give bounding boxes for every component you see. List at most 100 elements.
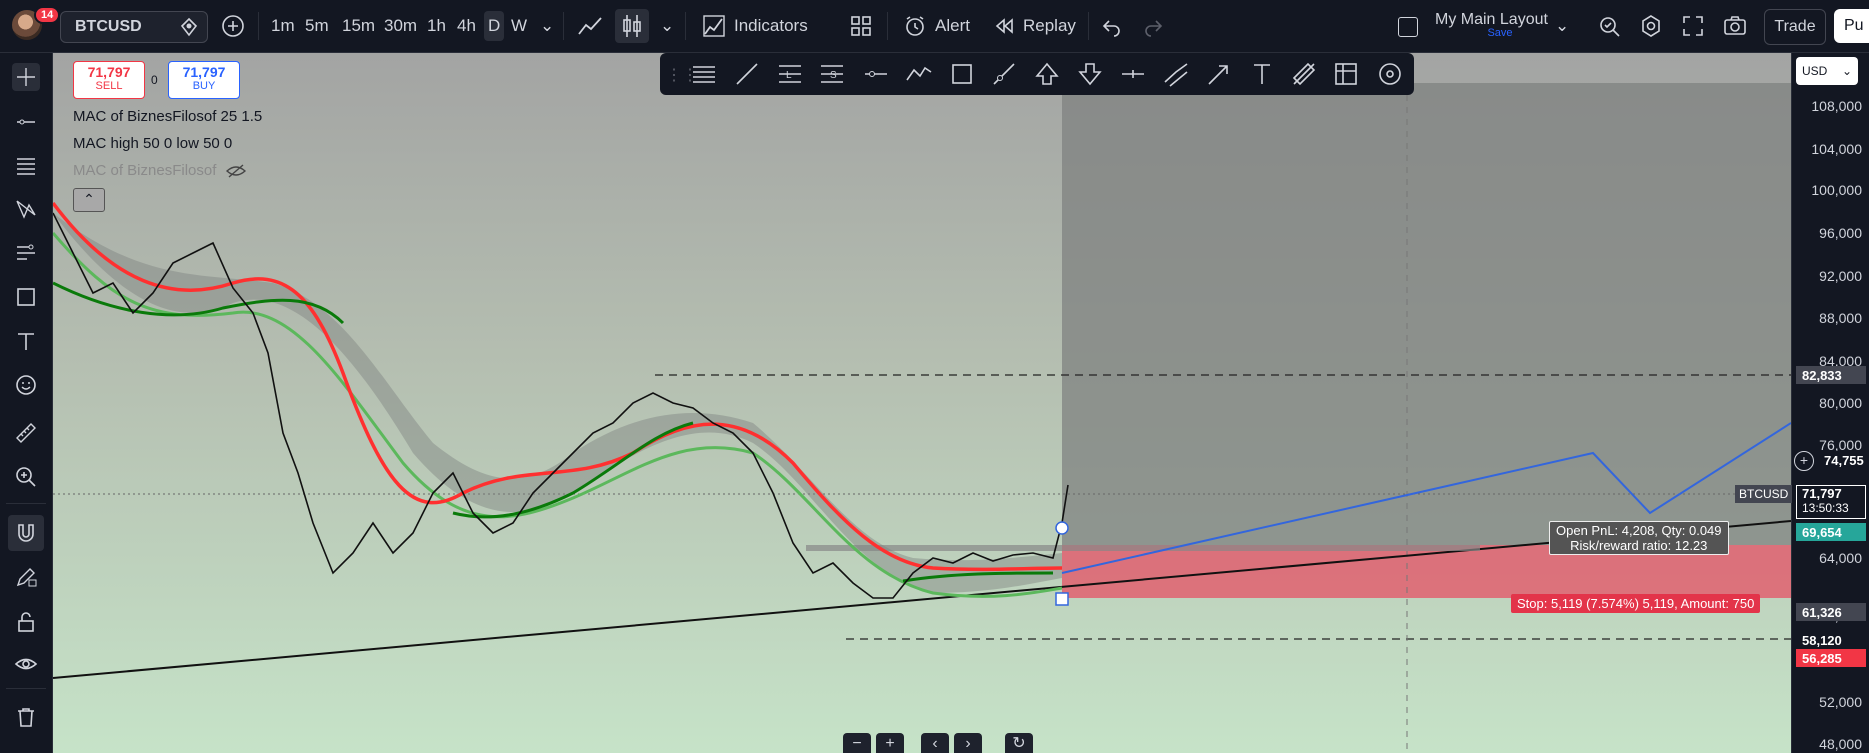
top-toolbar: 14 BTCUSD 1m 5m 15m 30m 1h 4h D W ⌄ ⌄ In… bbox=[0, 0, 1869, 53]
stop-handle[interactable] bbox=[1055, 592, 1069, 606]
replay-button[interactable]: Replay bbox=[993, 0, 1076, 52]
scroll-left-button[interactable]: ‹ bbox=[921, 733, 949, 753]
indicator-legend-3[interactable]: MAC of BiznesFilosof bbox=[73, 162, 247, 179]
magnet-icon[interactable] bbox=[8, 515, 44, 551]
current-price-tag: 71,797 13:50:33 bbox=[1796, 485, 1866, 519]
fullscreen-icon[interactable] bbox=[1680, 13, 1706, 39]
redo-icon[interactable] bbox=[1142, 15, 1164, 37]
timeframe-dropdown-icon[interactable]: ⌄ bbox=[540, 0, 554, 52]
brush-icon[interactable] bbox=[1290, 60, 1318, 88]
divider bbox=[1088, 12, 1089, 40]
timeframe-4h[interactable]: 4h bbox=[457, 0, 476, 52]
chart-type-dropdown-icon[interactable]: ⌄ bbox=[660, 0, 674, 52]
arrow-up-icon[interactable] bbox=[1033, 60, 1061, 88]
timeframe-1m[interactable]: 1m bbox=[271, 0, 295, 52]
timeframe-d[interactable]: D bbox=[484, 11, 505, 41]
chart-canvas[interactable]: 71,797 SELL 0 71,797 BUY MAC of BiznesFi… bbox=[53, 53, 1791, 753]
svg-text:L: L bbox=[786, 70, 792, 81]
divider bbox=[6, 688, 46, 689]
zoom-out-button[interactable]: − bbox=[843, 733, 871, 753]
divider bbox=[685, 12, 686, 40]
buy-button[interactable]: 71,797 BUY bbox=[168, 61, 240, 99]
pitchfork-icon[interactable]: S bbox=[818, 60, 846, 88]
price-axis[interactable]: USD ⌄ 108,000 104,000 100,000 96,000 92,0… bbox=[1791, 53, 1869, 753]
undo-icon[interactable] bbox=[1101, 15, 1123, 37]
indicator-legend-2[interactable]: MAC high 50 0 low 50 0 bbox=[73, 135, 232, 152]
text-icon[interactable] bbox=[12, 327, 40, 355]
camera-icon[interactable] bbox=[1722, 13, 1748, 39]
collapse-legend-button[interactable]: ⌃ bbox=[73, 188, 105, 212]
replay-icon bbox=[995, 18, 1013, 34]
ray-icon[interactable] bbox=[990, 60, 1018, 88]
lock-icon[interactable] bbox=[12, 608, 40, 636]
shapes-icon[interactable] bbox=[12, 283, 40, 311]
horizontal-lines-icon[interactable] bbox=[12, 151, 40, 179]
trash-icon[interactable] bbox=[12, 703, 40, 731]
timeframe-15m[interactable]: 15m bbox=[342, 0, 375, 52]
entry-handle[interactable] bbox=[1055, 521, 1069, 535]
add-alert-icon[interactable]: + bbox=[1794, 451, 1814, 471]
indicator-legend-1[interactable]: MAC of BiznesFilosof 25 1.5 bbox=[73, 108, 262, 125]
alert-button[interactable]: Alert bbox=[903, 0, 970, 52]
timeframe-5m[interactable]: 5m bbox=[305, 0, 329, 52]
currency-select[interactable]: USD ⌄ bbox=[1796, 57, 1858, 85]
settings-circle-icon[interactable] bbox=[1376, 60, 1404, 88]
price-label: 108,000 bbox=[1811, 98, 1862, 114]
mac-high-line bbox=[53, 201, 1063, 572]
channel-icon[interactable] bbox=[1162, 60, 1190, 88]
horizontal-line-icon[interactable] bbox=[862, 60, 890, 88]
quick-search-icon[interactable] bbox=[1596, 13, 1622, 39]
templates-icon[interactable] bbox=[850, 15, 872, 37]
stop-price-tag: 56,285 bbox=[1796, 649, 1866, 667]
publish-button[interactable]: Pu bbox=[1834, 9, 1869, 43]
forecast-icon[interactable] bbox=[12, 239, 40, 267]
hidden-eye-icon[interactable] bbox=[226, 163, 247, 179]
layout-checkbox[interactable] bbox=[1398, 17, 1418, 37]
rectangle-icon[interactable] bbox=[948, 60, 976, 88]
price-label: 52,000 bbox=[1819, 694, 1862, 710]
symbol-search[interactable]: BTCUSD bbox=[60, 11, 208, 43]
zoom-in-icon[interactable] bbox=[12, 463, 40, 491]
arrow-tool-icon[interactable] bbox=[1205, 60, 1233, 88]
drawing-lock-pencil-icon[interactable] bbox=[12, 563, 40, 591]
layout-selector[interactable]: My Main Layout Save bbox=[1435, 11, 1565, 45]
price-label: 64,000 bbox=[1819, 550, 1862, 566]
symbol-price-tag: BTCUSD bbox=[1735, 485, 1793, 503]
scroll-right-button[interactable]: › bbox=[954, 733, 982, 753]
stop-label: Stop: 5,119 (7.574%) 5,119, Amount: 750 bbox=[1511, 594, 1761, 613]
settings-icon[interactable] bbox=[1638, 13, 1664, 39]
crosshair-icon[interactable] bbox=[12, 63, 40, 91]
grid-tool-icon[interactable] bbox=[1332, 60, 1360, 88]
pattern-icon[interactable] bbox=[12, 195, 40, 223]
trade-button[interactable]: Trade bbox=[1764, 9, 1826, 45]
notification-badge: 14 bbox=[34, 6, 61, 24]
horizontal-ray-icon[interactable] bbox=[1119, 60, 1147, 88]
layout-dropdown-icon[interactable]: ⌄ bbox=[1555, 0, 1569, 52]
trend-line-tool-icon[interactable] bbox=[733, 60, 761, 88]
candles-icon bbox=[623, 15, 641, 37]
arrow-down-icon[interactable] bbox=[1076, 60, 1104, 88]
price-label: 96,000 bbox=[1819, 225, 1862, 241]
stop-level-tag: 61,326 bbox=[1796, 603, 1866, 621]
price-label: 80,000 bbox=[1819, 395, 1862, 411]
add-symbol-icon[interactable] bbox=[221, 14, 245, 38]
indicators-button[interactable]: Indicators bbox=[702, 0, 808, 52]
timeframe-1h[interactable]: 1h bbox=[427, 0, 446, 52]
timeframe-w[interactable]: W bbox=[511, 0, 527, 52]
text-tool-icon[interactable] bbox=[1248, 60, 1276, 88]
timeframe-30m[interactable]: 30m bbox=[384, 0, 417, 52]
path-icon[interactable] bbox=[905, 60, 933, 88]
sell-button[interactable]: 71,797 SELL bbox=[73, 61, 145, 99]
level-high-tag: 82,833 bbox=[1796, 366, 1866, 384]
line-chart-icon[interactable] bbox=[577, 14, 603, 38]
trend-line-icon[interactable] bbox=[12, 108, 40, 136]
zoom-in-button[interactable]: + bbox=[876, 733, 904, 753]
alert-clock-icon bbox=[906, 16, 924, 36]
eye-icon[interactable] bbox=[12, 650, 40, 678]
candles-chart-button[interactable] bbox=[615, 9, 649, 43]
ruler-icon[interactable] bbox=[12, 419, 40, 447]
fib-icon[interactable]: L bbox=[776, 60, 804, 88]
reset-chart-button[interactable]: ↻ bbox=[1005, 733, 1033, 753]
emoji-icon[interactable] bbox=[12, 371, 40, 399]
lines-icon[interactable] bbox=[690, 60, 718, 88]
